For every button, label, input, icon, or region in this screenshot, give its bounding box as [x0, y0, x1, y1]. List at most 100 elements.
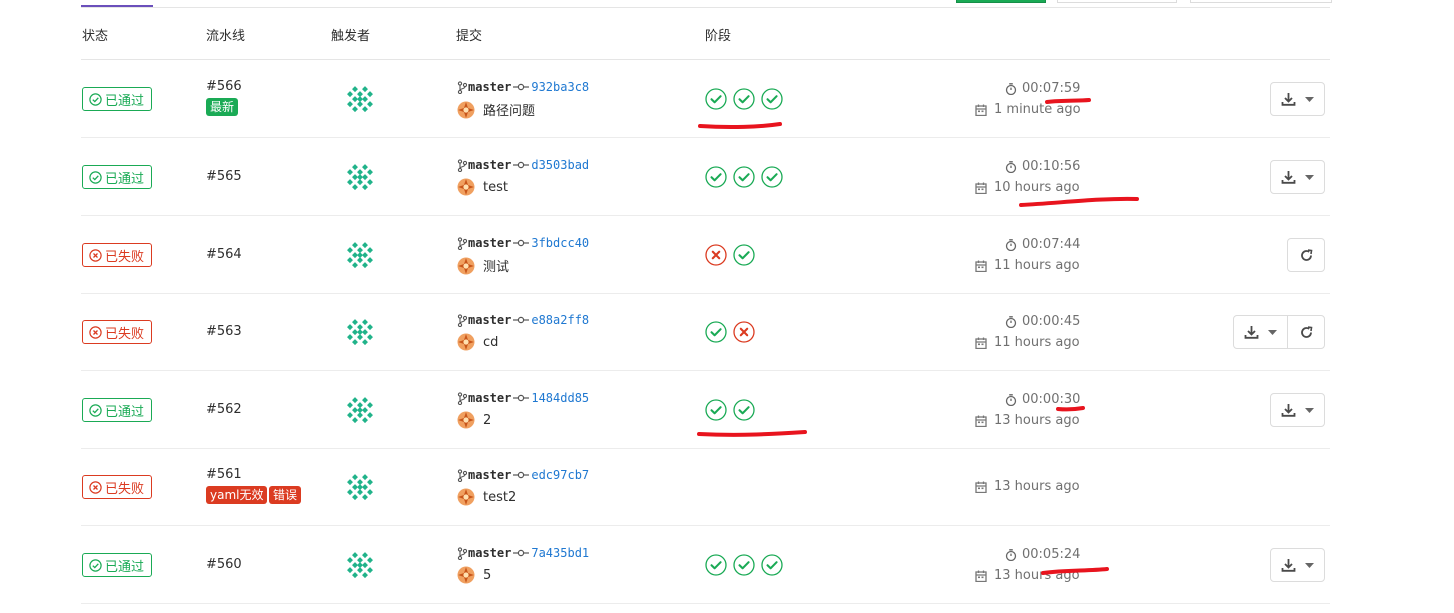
avatar[interactable] — [347, 552, 373, 578]
column-header-status: 状态 — [82, 29, 109, 44]
stage-passed-icon[interactable] — [733, 399, 755, 421]
download-artifacts-button[interactable] — [1233, 315, 1288, 349]
avatar — [457, 566, 475, 584]
branch-link[interactable]: master — [468, 313, 511, 327]
commit-message: test — [457, 178, 508, 196]
commit-title-link[interactable]: 2 — [483, 413, 491, 428]
stage-passed-icon[interactable] — [705, 399, 727, 421]
commit-title-link[interactable]: test2 — [483, 490, 516, 505]
pipeline-id-link[interactable]: #565 — [206, 169, 242, 184]
caret-down-icon — [1305, 96, 1314, 102]
avatar[interactable] — [347, 86, 373, 112]
stage-passed-icon[interactable] — [705, 321, 727, 343]
finished-time: 11 hours ago — [975, 335, 1080, 350]
commit-title-link[interactable]: 5 — [483, 568, 491, 583]
commit-sha-link[interactable]: edc97cb7 — [531, 468, 589, 482]
stage-failed-icon[interactable] — [733, 321, 755, 343]
branch-icon — [457, 313, 467, 327]
pipeline-id-link[interactable]: #560 — [206, 557, 242, 572]
commit-title-link[interactable]: test — [483, 180, 508, 195]
commit-ref: master 3fbdcc40 — [457, 236, 589, 250]
commit-sha-link[interactable]: 1484dd85 — [531, 391, 589, 405]
finished-time: 1 minute ago — [975, 102, 1081, 117]
download-artifacts-button[interactable] — [1270, 82, 1325, 116]
status-label: 已失败 — [105, 481, 145, 497]
stage-passed-icon[interactable] — [705, 554, 727, 576]
commit-icon — [513, 239, 530, 247]
commit-title-link[interactable]: cd — [483, 335, 498, 350]
top-action-button-primary[interactable] — [956, 0, 1046, 3]
finished-time: 13 hours ago — [975, 568, 1080, 583]
commit-sha-link[interactable]: 7a435bd1 — [531, 546, 589, 560]
branch-link[interactable]: master — [468, 80, 511, 94]
download-artifacts-button[interactable] — [1270, 160, 1325, 194]
commit-sha-link[interactable]: 3fbdcc40 — [531, 236, 589, 250]
retry-icon — [1300, 325, 1312, 338]
download-icon — [1281, 171, 1296, 184]
stage-passed-icon[interactable] — [705, 88, 727, 110]
status-badge[interactable]: 已通过 — [82, 87, 153, 111]
stage-passed-icon[interactable] — [733, 244, 755, 266]
status-badge[interactable]: 已通过 — [82, 398, 153, 422]
pipeline-id-link[interactable]: #566 — [206, 79, 242, 94]
pipeline-id-link[interactable]: #563 — [206, 324, 242, 339]
status-badge[interactable]: 已失败 — [82, 320, 153, 344]
branch-icon — [457, 80, 467, 94]
commit-sha-link[interactable]: d3503bad — [531, 158, 589, 172]
top-action-button-tertiary[interactable] — [1190, 0, 1332, 3]
status-label: 已通过 — [105, 93, 145, 109]
branch-link[interactable]: master — [468, 468, 511, 482]
top-action-button-secondary[interactable] — [1057, 0, 1177, 3]
avatar[interactable] — [347, 319, 373, 345]
avatar[interactable] — [347, 474, 373, 500]
column-header-commit: 提交 — [456, 29, 483, 44]
table-header: 状态 流水线 触发者 提交 阶段 — [0, 25, 1454, 45]
branch-link[interactable]: master — [468, 391, 511, 405]
status-badge[interactable]: 已失败 — [82, 243, 153, 267]
pipeline-id-link[interactable]: #561 — [206, 467, 242, 482]
branch-link[interactable]: master — [468, 236, 511, 250]
caret-down-icon — [1305, 562, 1314, 568]
download-artifacts-button[interactable] — [1270, 548, 1325, 582]
status-badge[interactable]: 已通过 — [82, 553, 153, 577]
commit-icon — [513, 83, 530, 91]
stage-passed-icon[interactable] — [761, 554, 783, 576]
branch-link[interactable]: master — [468, 158, 511, 172]
stage-passed-icon[interactable] — [705, 166, 727, 188]
status-badge[interactable]: 已失败 — [82, 475, 153, 499]
pipeline-id-link[interactable]: #562 — [206, 402, 242, 417]
commit-title-link[interactable]: 路径问题 — [483, 100, 535, 119]
commit-message: cd — [457, 333, 498, 351]
retry-button[interactable] — [1287, 238, 1325, 272]
commit-sha-link[interactable]: 932ba3c8 — [531, 80, 589, 94]
avatar[interactable] — [347, 242, 373, 268]
pipeline-id-link[interactable]: #564 — [206, 247, 242, 262]
duration-value: 00:00:45 — [1022, 314, 1081, 329]
stage-passed-icon[interactable] — [733, 166, 755, 188]
stage-passed-icon[interactable] — [733, 88, 755, 110]
finished-time: 11 hours ago — [975, 258, 1080, 273]
finished-time: 10 hours ago — [975, 180, 1080, 195]
avatar[interactable] — [347, 397, 373, 423]
stage-passed-icon[interactable] — [761, 88, 783, 110]
commit-title-link[interactable]: 测试 — [483, 256, 509, 275]
pipeline-row: 已通过 #562 master 1484dd85 2 00:00:30 13 hours a… — [0, 371, 1454, 449]
status-badge[interactable]: 已通过 — [82, 165, 153, 189]
timer-icon — [1005, 393, 1017, 406]
stage-failed-icon[interactable] — [705, 244, 727, 266]
pipeline-row: 已通过 #565 master d3503bad test 00:10:56 10 hour… — [0, 138, 1454, 216]
status-label: 已通过 — [105, 559, 145, 575]
stage-passed-icon[interactable] — [733, 554, 755, 576]
status-label: 已失败 — [105, 249, 145, 265]
calendar-icon — [975, 260, 987, 272]
download-artifacts-button[interactable] — [1270, 393, 1325, 427]
stage-passed-icon[interactable] — [761, 166, 783, 188]
avatar[interactable] — [347, 164, 373, 190]
retry-button[interactable] — [1287, 315, 1325, 349]
commit-ref: master 932ba3c8 — [457, 80, 589, 94]
commit-sha-link[interactable]: e88a2ff8 — [531, 313, 589, 327]
stage-list — [705, 244, 755, 266]
branch-link[interactable]: master — [468, 546, 511, 560]
download-icon — [1281, 559, 1296, 572]
download-icon — [1281, 404, 1296, 417]
